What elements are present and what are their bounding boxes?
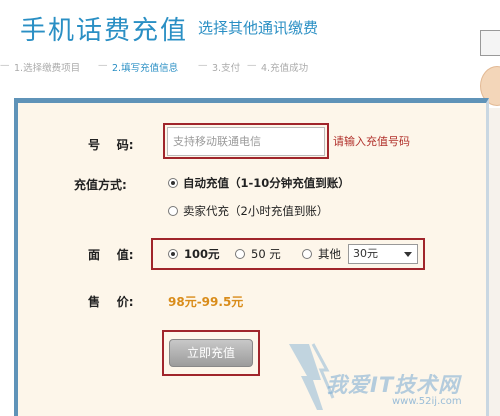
- watermark-url: www.52ij.com: [392, 396, 462, 407]
- amount-label: 面 值:: [88, 248, 134, 262]
- step-pay: 3.支付: [212, 63, 241, 74]
- phone-hint: 请输入充值号码: [333, 135, 410, 148]
- amount-100-radio[interactable]: [168, 249, 178, 259]
- auto-recharge-radio[interactable]: [168, 178, 178, 188]
- step-fill-info: 2.填写充值信息: [112, 63, 179, 74]
- auto-recharge-label[interactable]: 自动充值（1-10分钟充值到账）: [183, 175, 350, 191]
- seller-recharge-radio[interactable]: [168, 206, 178, 216]
- amount-other-label[interactable]: 其他: [318, 246, 341, 262]
- amount-select-value: 30元: [353, 247, 378, 260]
- step-select-item: 1.选择缴费项目: [14, 63, 81, 74]
- amount-other-select[interactable]: 30元: [348, 244, 418, 264]
- price-label: 售 价:: [88, 295, 134, 309]
- chevron-down-icon: [404, 252, 412, 257]
- step-separator: —: [98, 60, 108, 71]
- recharge-now-button[interactable]: 立即充值: [169, 339, 253, 367]
- amount-100-label[interactable]: 100元: [184, 246, 220, 262]
- seller-recharge-label[interactable]: 卖家代充（2小时充值到账）: [183, 203, 328, 219]
- step-success: 4.充值成功: [261, 63, 309, 74]
- step-separator: —: [0, 60, 10, 71]
- watermark-text: 我爱IT技术网: [326, 373, 461, 397]
- price-value: 98元-99.5元: [168, 295, 244, 309]
- phone-label: 号 码:: [88, 138, 134, 152]
- page-title: 手机话费充值: [20, 16, 189, 46]
- phone-input[interactable]: [167, 127, 325, 156]
- amount-50-label[interactable]: 50 元: [251, 246, 281, 262]
- side-widget: [480, 30, 500, 56]
- other-payment-link[interactable]: 选择其他通讯缴费: [198, 17, 318, 38]
- method-label: 充值方式:: [74, 178, 127, 192]
- step-separator: —: [198, 60, 208, 71]
- step-separator: —: [247, 60, 257, 71]
- amount-other-radio[interactable]: [302, 249, 312, 259]
- amount-50-radio[interactable]: [235, 249, 245, 259]
